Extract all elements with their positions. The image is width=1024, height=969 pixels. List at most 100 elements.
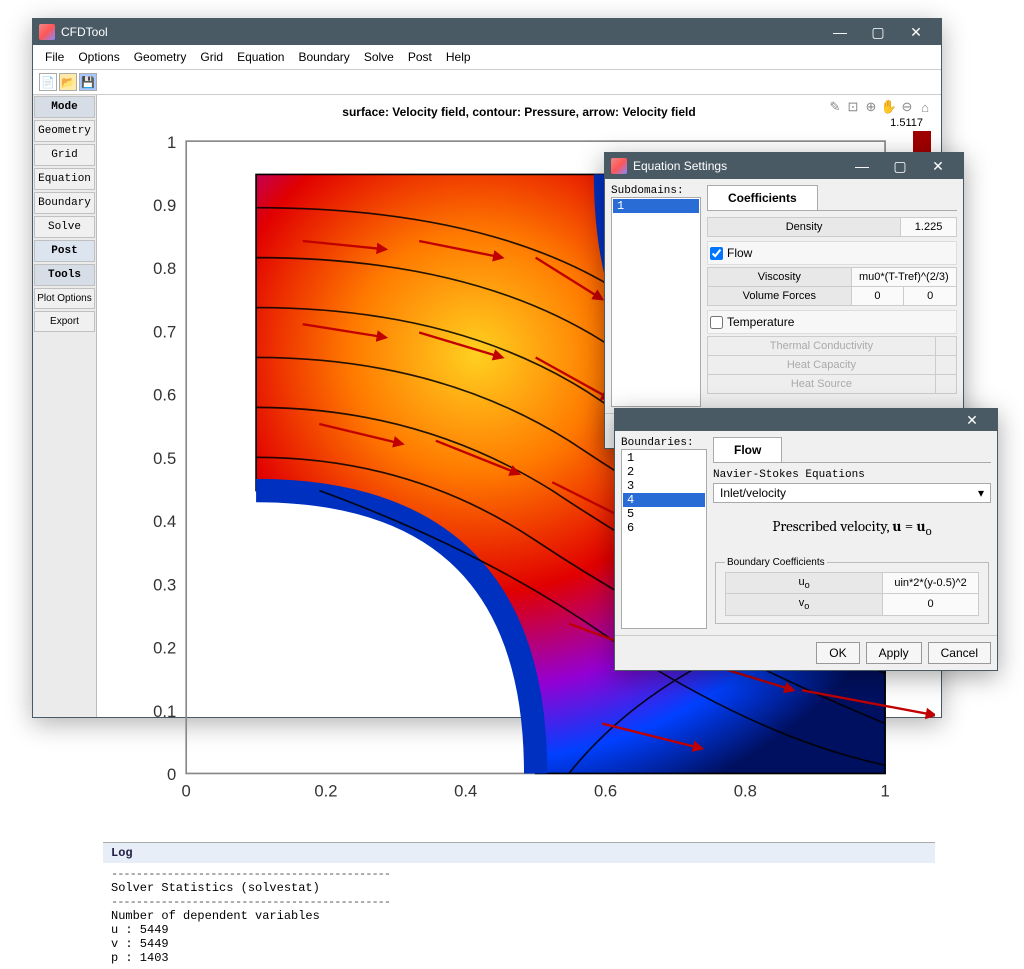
flow-checkbox[interactable] xyxy=(710,247,723,260)
sidebar-grid[interactable]: Grid xyxy=(34,144,95,166)
open-file-icon[interactable]: 📂 xyxy=(59,73,77,91)
viscosity-value[interactable]: mu0*(T-Tref)^(2/3) xyxy=(859,271,949,283)
log-body: ----------------------------------------… xyxy=(103,863,935,969)
hc-label: Heat Capacity xyxy=(708,356,936,375)
volforce-x[interactable]: 0 xyxy=(874,290,880,302)
prescribed-equation: Prescribed velocity, u = uo xyxy=(713,503,991,553)
boundary-item[interactable]: 4 xyxy=(623,493,705,507)
overview-icon[interactable]: ⊡ xyxy=(845,99,861,115)
subdomain-listbox[interactable]: 1 xyxy=(611,197,701,407)
svg-text:0.6: 0.6 xyxy=(153,386,176,405)
u0-value[interactable]: uin*2*(y-0.5)^2 xyxy=(894,577,966,589)
zoom-in-icon[interactable]: ⊕ xyxy=(863,99,879,115)
svg-text:0.2: 0.2 xyxy=(153,639,176,658)
menu-solve[interactable]: Solve xyxy=(358,48,400,66)
menu-geometry[interactable]: Geometry xyxy=(128,48,193,66)
menu-grid[interactable]: Grid xyxy=(194,48,229,66)
v0-label: vo xyxy=(726,594,883,615)
sidebar-mode-header: Mode xyxy=(34,96,95,118)
menu-file[interactable]: File xyxy=(39,48,70,66)
u0-label: uo xyxy=(726,573,883,594)
sidebar-geometry[interactable]: Geometry xyxy=(34,120,95,142)
boundary-item[interactable]: 2 xyxy=(623,465,705,479)
eq-close-button[interactable]: ✕ xyxy=(919,153,957,179)
temp-section[interactable]: Temperature xyxy=(707,310,957,334)
bc-titlebar: ✕ xyxy=(615,409,997,431)
menu-boundary[interactable]: Boundary xyxy=(292,48,355,66)
sidebar-post[interactable]: Post xyxy=(34,240,95,262)
menu-equation[interactable]: Equation xyxy=(231,48,290,66)
home-icon[interactable]: ⌂ xyxy=(917,99,933,115)
temp-label: Temperature xyxy=(727,315,794,329)
svg-text:0.5: 0.5 xyxy=(153,449,176,468)
eq-titlebar: Equation Settings — ▢ ✕ xyxy=(605,153,963,179)
boundary-item[interactable]: 1 xyxy=(623,451,705,465)
menu-post[interactable]: Post xyxy=(402,48,438,66)
eqtype-label: Navier-Stokes Equations xyxy=(713,469,991,481)
equation-settings-dialog: Equation Settings — ▢ ✕ Subdomains: 1 Co… xyxy=(604,152,964,449)
boundaries-label: Boundaries: xyxy=(621,437,707,449)
eq-title: Equation Settings xyxy=(633,159,843,173)
eq-maximize-button[interactable]: ▢ xyxy=(881,153,919,179)
sidebar-equation[interactable]: Equation xyxy=(34,168,95,190)
log-panel: Log ------------------------------------… xyxy=(103,842,935,969)
chevron-down-icon: ▾ xyxy=(978,486,984,500)
boundary-listbox[interactable]: 1 2 3 4 5 6 xyxy=(621,449,707,629)
maximize-button[interactable]: ▢ xyxy=(859,19,897,45)
tab-coefficients[interactable]: Coefficients xyxy=(707,185,818,210)
subdomains-label: Subdomains: xyxy=(611,185,701,197)
tab-flow[interactable]: Flow xyxy=(713,437,782,462)
svg-text:0.8: 0.8 xyxy=(153,259,176,278)
svg-text:0.1: 0.1 xyxy=(153,702,176,721)
menu-options[interactable]: Options xyxy=(72,48,125,66)
flow-label: Flow xyxy=(727,246,752,260)
menu-help[interactable]: Help xyxy=(440,48,477,66)
sidebar-plot-options[interactable]: Plot Options xyxy=(34,288,95,309)
boundary-item[interactable]: 5 xyxy=(623,507,705,521)
subdomain-item[interactable]: 1 xyxy=(613,199,699,213)
hs-label: Heat Source xyxy=(708,375,936,394)
svg-text:0.4: 0.4 xyxy=(153,512,176,531)
toolbar: 📄 📂 💾 xyxy=(33,70,941,95)
save-file-icon[interactable]: 💾 xyxy=(79,73,97,91)
svg-text:0.9: 0.9 xyxy=(153,196,176,215)
close-button[interactable]: ✕ xyxy=(897,19,935,45)
temp-checkbox[interactable] xyxy=(710,316,723,329)
viscosity-label: Viscosity xyxy=(708,268,852,287)
bc-ok-button[interactable]: OK xyxy=(816,642,859,664)
boundary-item[interactable]: 3 xyxy=(623,479,705,493)
svg-text:1: 1 xyxy=(880,782,889,801)
minimize-button[interactable]: — xyxy=(821,19,859,45)
bc-close-button[interactable]: ✕ xyxy=(953,409,991,431)
v0-value[interactable]: 0 xyxy=(928,598,934,610)
svg-text:0.8: 0.8 xyxy=(734,782,757,801)
svg-text:0.7: 0.7 xyxy=(153,322,176,341)
menubar: File Options Geometry Grid Equation Boun… xyxy=(33,45,941,70)
svg-text:0.6: 0.6 xyxy=(594,782,617,801)
app-icon xyxy=(611,158,627,174)
tc-label: Thermal Conductivity xyxy=(708,337,936,356)
density-label: Density xyxy=(708,218,901,237)
app-icon xyxy=(39,24,55,40)
edit-icon[interactable]: ✎ xyxy=(827,99,843,115)
bc-cancel-button[interactable]: Cancel xyxy=(928,642,991,664)
sidebar-export[interactable]: Export xyxy=(34,311,95,332)
density-value[interactable]: 1.225 xyxy=(915,221,943,233)
zoom-out-icon[interactable]: ⊖ xyxy=(899,99,915,115)
bc-apply-button[interactable]: Apply xyxy=(866,642,922,664)
eq-minimize-button[interactable]: — xyxy=(843,153,881,179)
bctype-value: Inlet/velocity xyxy=(720,486,786,500)
new-file-icon[interactable]: 📄 xyxy=(39,73,57,91)
boundary-dialog: ✕ Boundaries: 1 2 3 4 5 6 Flow Navier-St… xyxy=(614,408,998,671)
sidebar-solve[interactable]: Solve xyxy=(34,216,95,238)
svg-text:1: 1 xyxy=(167,133,176,152)
flow-section[interactable]: Flow xyxy=(707,241,957,265)
pan-icon[interactable]: ✋ xyxy=(881,99,897,115)
volforce-y[interactable]: 0 xyxy=(927,290,933,302)
boundary-item[interactable]: 6 xyxy=(623,521,705,535)
plot-title: surface: Velocity field, contour: Pressu… xyxy=(103,101,935,123)
svg-text:0.4: 0.4 xyxy=(454,782,477,801)
app-title: CFDTool xyxy=(61,25,821,39)
bctype-dropdown[interactable]: Inlet/velocity ▾ xyxy=(713,483,991,503)
sidebar-boundary[interactable]: Boundary xyxy=(34,192,95,214)
